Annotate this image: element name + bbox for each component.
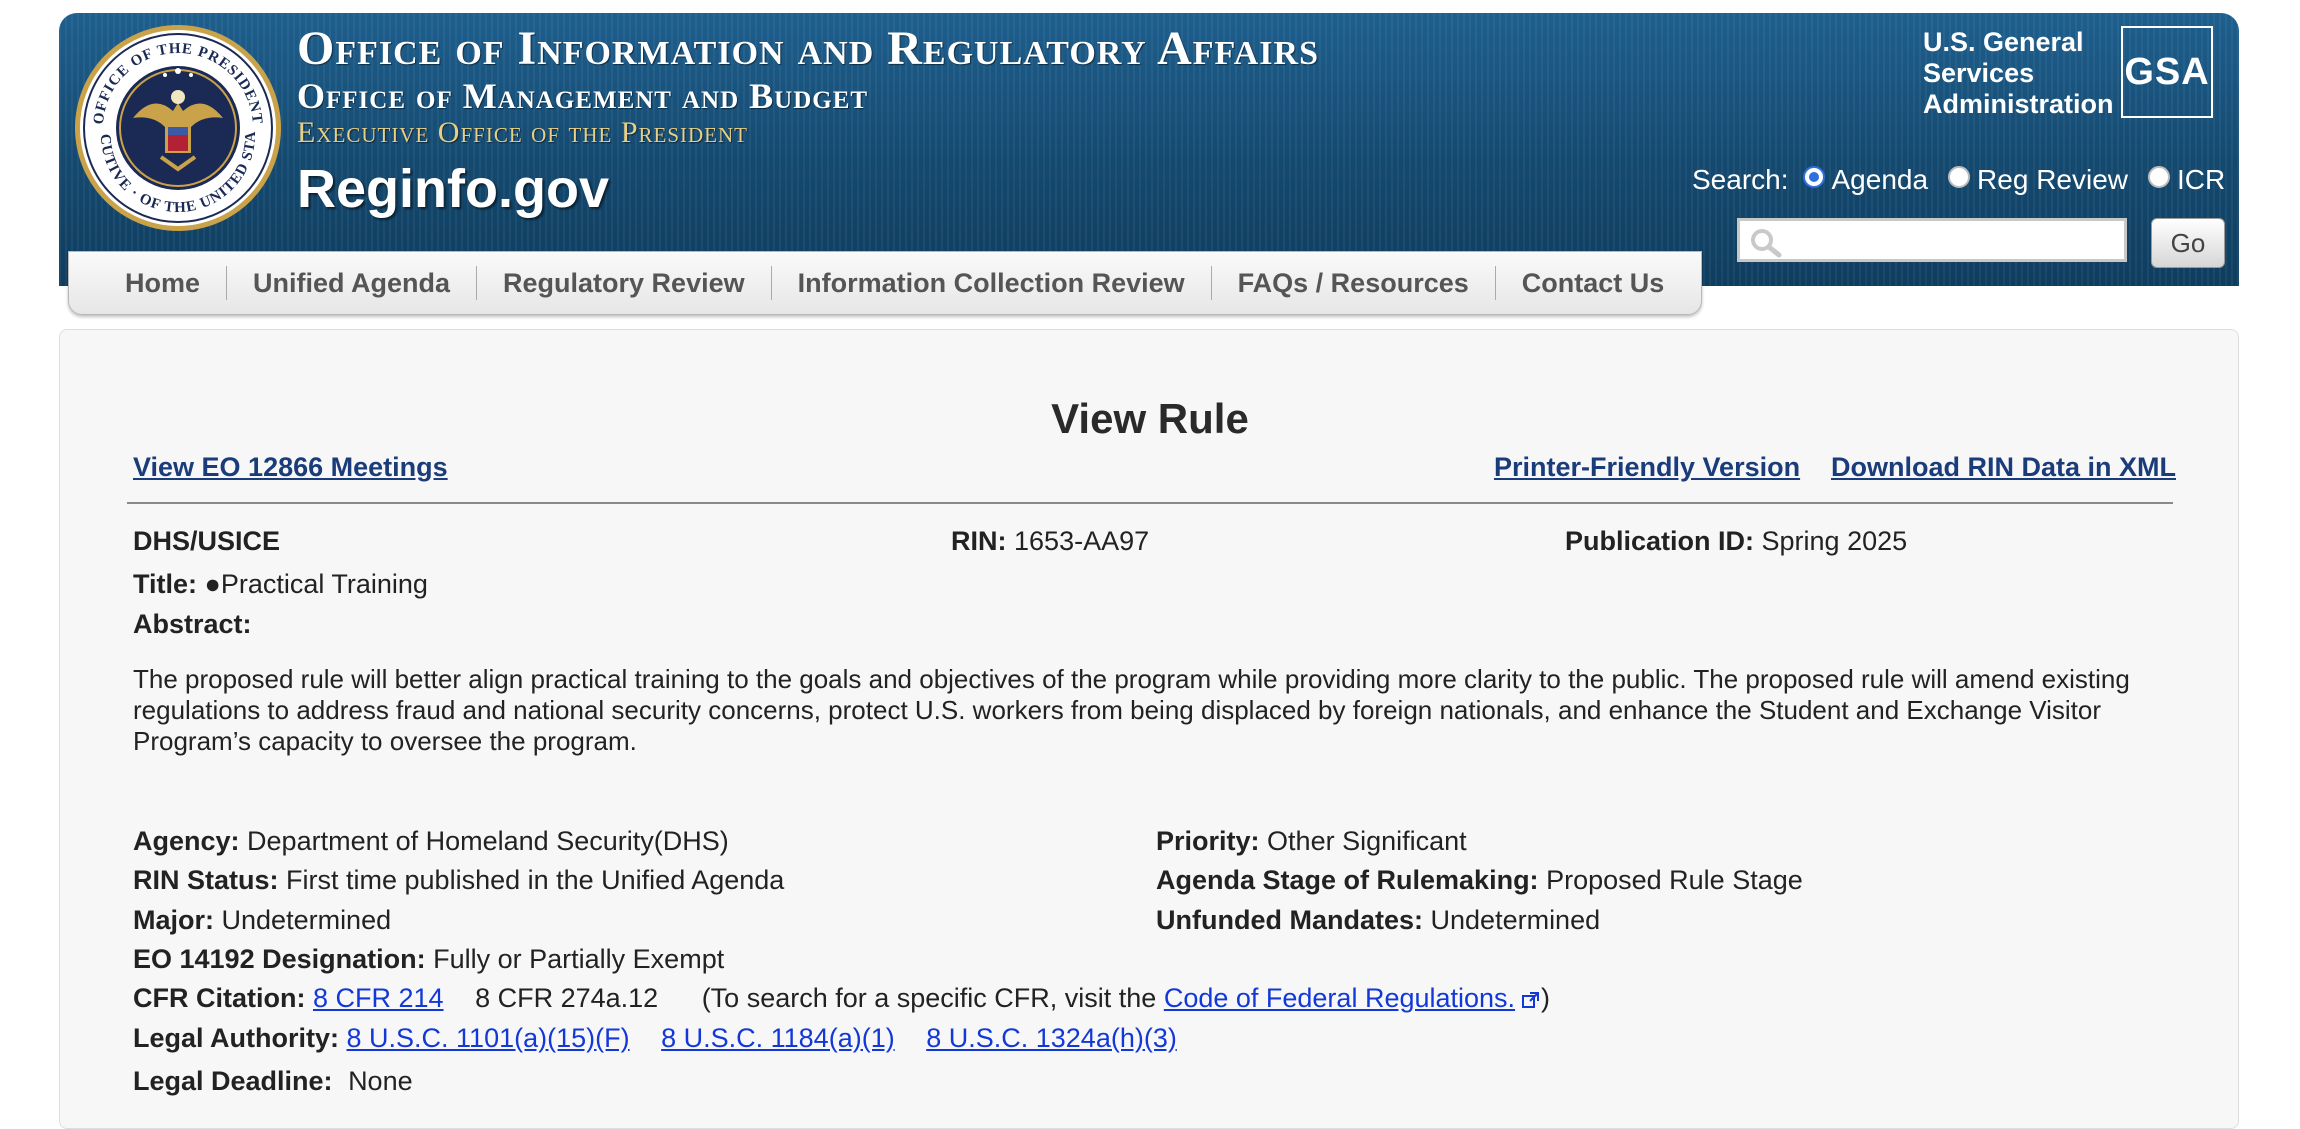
rin-status-value: First time published in the Unified Agen… bbox=[286, 865, 785, 895]
cfr-label: CFR Citation: bbox=[133, 983, 306, 1013]
rin-row: RIN: 1653-AA97 bbox=[951, 526, 1149, 557]
cfr-note-post: ) bbox=[1541, 983, 1551, 1013]
stage-label: Agenda Stage of Rulemaking: bbox=[1156, 865, 1539, 895]
stage-value: Proposed Rule Stage bbox=[1546, 865, 1803, 895]
title-label: Title: bbox=[133, 569, 198, 599]
nav-unified-agenda[interactable]: Unified Agenda bbox=[227, 266, 478, 300]
legal-authority-link-2[interactable]: 8 U.S.C. 1184(a)(1) bbox=[661, 1023, 895, 1053]
radio-agenda-label[interactable]: Agenda bbox=[1832, 164, 1929, 196]
gsa-name[interactable]: U.S. General Services Administration bbox=[1923, 27, 2114, 120]
rin-status-label: RIN Status: bbox=[133, 865, 279, 895]
major-value: Undetermined bbox=[221, 905, 392, 935]
radio-agenda[interactable] bbox=[1802, 166, 1825, 188]
legal-deadline-row: Legal Deadline: None bbox=[133, 1066, 413, 1097]
page-title: View Rule bbox=[1051, 395, 1249, 442]
gsa-name-line1: U.S. General bbox=[1923, 27, 2084, 57]
gsa-logo[interactable]: GSA bbox=[2121, 26, 2213, 118]
unfunded-row: Unfunded Mandates: Undetermined bbox=[1156, 905, 1600, 936]
main-nav: Home Unified Agenda Regulatory Review In… bbox=[68, 251, 1702, 315]
office-title-line2: Office of Management and Budget bbox=[297, 76, 869, 116]
publication-label: Publication ID: bbox=[1565, 526, 1754, 556]
rin-status-row: RIN Status: First time published in the … bbox=[133, 865, 784, 896]
agency-value: Department of Homeland Security(DHS) bbox=[247, 826, 729, 856]
cfr-plain: 8 CFR 274a.12 bbox=[475, 983, 659, 1013]
legal-deadline-label: Legal Deadline: bbox=[133, 1066, 333, 1096]
priority-row: Priority: Other Significant bbox=[1156, 826, 1467, 857]
abstract-label: Abstract: bbox=[133, 609, 252, 639]
printer-friendly-link[interactable]: Printer-Friendly Version bbox=[1494, 452, 1800, 483]
eo-designation-value: Fully or Partially Exempt bbox=[433, 944, 725, 974]
radio-reg-review[interactable] bbox=[1948, 166, 1971, 188]
office-title-line1: Office of Information and Regulatory Aff… bbox=[297, 22, 1319, 75]
site-brand-link[interactable]: Reginfo.gov bbox=[297, 158, 609, 220]
cfr-row: CFR Citation: 8 CFR 214 8 CFR 274a.12 (T… bbox=[133, 983, 1550, 1014]
presidential-seal-logo: OFFICE OF THE PRESIDENT EXECUTIVE · OF T… bbox=[73, 23, 281, 231]
eo-designation-label: EO 14192 Designation: bbox=[133, 944, 426, 974]
priority-label: Priority: bbox=[1156, 826, 1260, 856]
search-box[interactable] bbox=[1737, 218, 2127, 262]
search-input[interactable] bbox=[1790, 221, 2124, 259]
office-title-block: Office of Information and Regulatory Aff… bbox=[297, 21, 1319, 151]
view-eo-meetings-link[interactable]: View EO 12866 Meetings bbox=[133, 452, 448, 483]
agency-row: Agency: Department of Homeland Security(… bbox=[133, 826, 729, 857]
external-link-icon bbox=[1522, 991, 1540, 1008]
publication-value: Spring 2025 bbox=[1761, 526, 1908, 556]
stage-row: Agenda Stage of Rulemaking: Proposed Rul… bbox=[1156, 865, 1803, 896]
unfunded-label: Unfunded Mandates: bbox=[1156, 905, 1423, 935]
radio-icr[interactable] bbox=[2148, 166, 2170, 188]
nav-information-collection-review[interactable]: Information Collection Review bbox=[772, 266, 1212, 300]
nav-faqs-resources[interactable]: FAQs / Resources bbox=[1212, 266, 1496, 300]
abstract-text: The proposed rule will better align prac… bbox=[133, 664, 2130, 756]
major-label: Major: bbox=[133, 905, 214, 935]
rin-label: RIN: bbox=[951, 526, 1007, 556]
radio-icr-label[interactable]: ICR bbox=[2177, 164, 2225, 196]
agency-short-value: DHS/USICE bbox=[133, 526, 281, 556]
nav-regulatory-review[interactable]: Regulatory Review bbox=[477, 266, 772, 300]
nav-contact-us[interactable]: Contact Us bbox=[1496, 266, 1691, 300]
legal-authority-link-3[interactable]: 8 U.S.C. 1324a(h)(3) bbox=[926, 1023, 1177, 1053]
search-go-button[interactable]: Go bbox=[2151, 218, 2225, 268]
gsa-name-line3: Administration bbox=[1923, 89, 2114, 119]
legal-authority-row: Legal Authority: 8 U.S.C. 1101(a)(15)(F)… bbox=[133, 1023, 1177, 1054]
major-row: Major: Undetermined bbox=[133, 905, 391, 936]
title-row: Title: ●Practical Training bbox=[133, 569, 428, 600]
unfunded-value: Undetermined bbox=[1430, 905, 1601, 935]
eo-designation-row: EO 14192 Designation: Fully or Partially… bbox=[133, 944, 724, 975]
legal-deadline-value: None bbox=[348, 1066, 413, 1096]
search-icon bbox=[1751, 229, 1782, 258]
search-type-row: Search: Agenda Reg Review ICR bbox=[1692, 160, 2245, 200]
office-title-line3: Executive Office of the President bbox=[297, 116, 748, 149]
nav-home[interactable]: Home bbox=[105, 266, 228, 300]
gsa-name-line2: Services bbox=[1923, 58, 2035, 88]
legal-authority-link-1[interactable]: 8 U.S.C. 1101(a)(15)(F) bbox=[347, 1023, 630, 1053]
legal-authority-label: Legal Authority: bbox=[133, 1023, 339, 1053]
code-of-federal-regulations-link[interactable]: Code of Federal Regulations. bbox=[1164, 983, 1515, 1013]
rin-value: 1653-AA97 bbox=[1014, 526, 1150, 556]
search-label: Search: bbox=[1692, 164, 1789, 195]
priority-value: Other Significant bbox=[1267, 826, 1467, 856]
abstract-label-row: Abstract: bbox=[133, 609, 252, 640]
cfr-note-pre: (To search for a specific CFR, visit the bbox=[701, 983, 1164, 1013]
cfr-link-8-cfr-214[interactable]: 8 CFR 214 bbox=[313, 983, 444, 1013]
title-value: ●Practical Training bbox=[204, 569, 428, 599]
publication-row: Publication ID: Spring 2025 bbox=[1565, 526, 1907, 557]
radio-reg-review-label[interactable]: Reg Review bbox=[1977, 164, 2128, 196]
agency-label: Agency: bbox=[133, 826, 240, 856]
header-divider bbox=[127, 502, 2173, 504]
download-xml-link[interactable]: Download RIN Data in XML bbox=[1831, 452, 2176, 483]
agency-short: DHS/USICE bbox=[133, 526, 280, 557]
